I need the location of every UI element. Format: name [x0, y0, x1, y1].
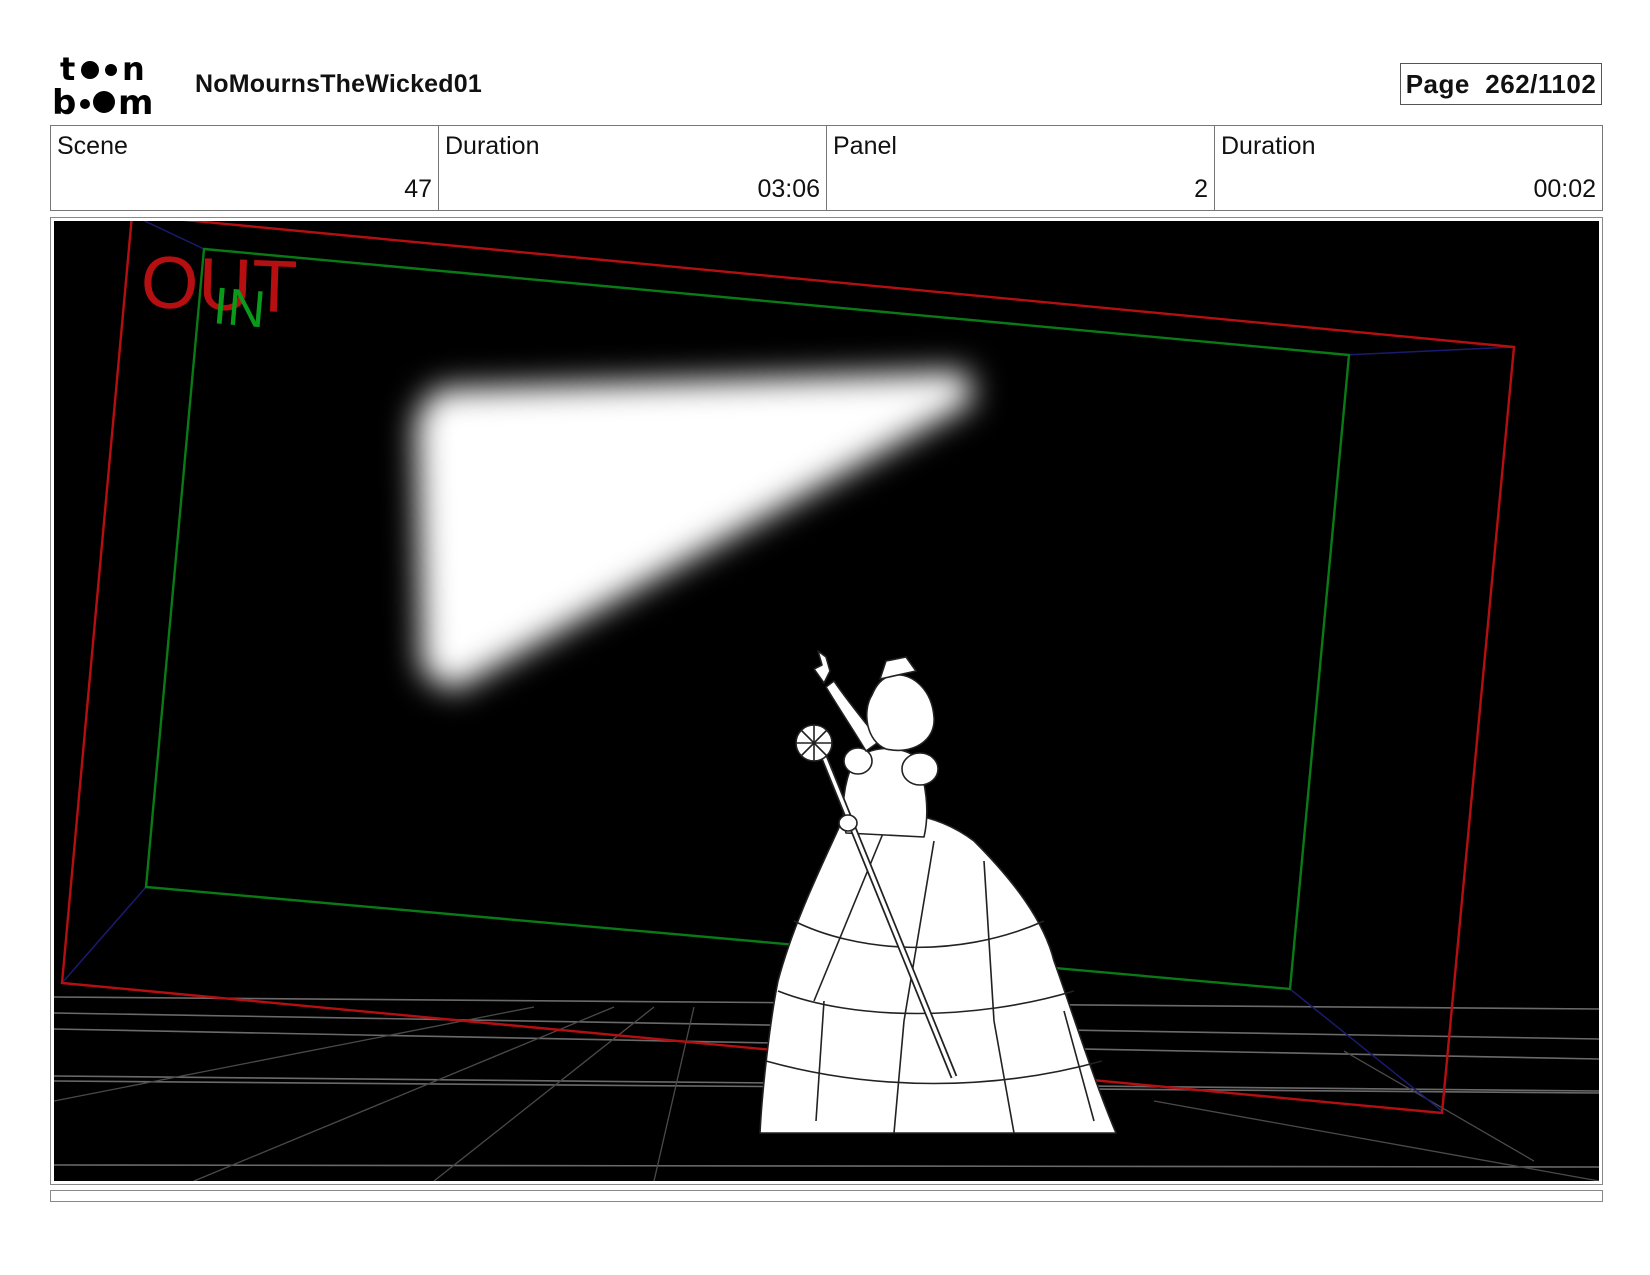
panel-value: 2 — [1194, 175, 1208, 203]
panel-duration-label: Duration — [1221, 132, 1316, 160]
project-title: NoMournsTheWicked01 — [195, 70, 482, 98]
character-silhouette — [759, 650, 1117, 1134]
panel-duration-cell: Duration 00:02 — [1215, 126, 1602, 210]
in-label: IN — [211, 277, 268, 339]
info-table: Scene 47 Duration 03:06 Panel 2 Duration… — [50, 125, 1603, 211]
scene-duration-value: 03:06 — [757, 175, 820, 203]
svg-text:b: b — [52, 83, 76, 118]
panel-notes-bar — [50, 1190, 1603, 1202]
camera-in-frame — [144, 247, 1351, 991]
scene-label: Scene — [57, 132, 128, 160]
scene-cell: Scene 47 — [51, 126, 439, 210]
scene-duration-label: Duration — [445, 132, 540, 160]
scene-duration-cell: Duration 03:06 — [439, 126, 827, 210]
svg-text:m: m — [118, 83, 153, 118]
light-glow-shape — [416, 371, 974, 691]
storyboard-panel-image: OUT IN — [54, 221, 1599, 1181]
panel-cell: Panel 2 — [827, 126, 1215, 210]
scene-value: 47 — [404, 175, 432, 203]
toon-boom-logo: t n b m — [52, 50, 170, 123]
page-indicator: Page 262/1102 — [1400, 63, 1602, 105]
panel-duration-value: 00:02 — [1533, 175, 1596, 203]
panel-label: Panel — [833, 132, 897, 160]
